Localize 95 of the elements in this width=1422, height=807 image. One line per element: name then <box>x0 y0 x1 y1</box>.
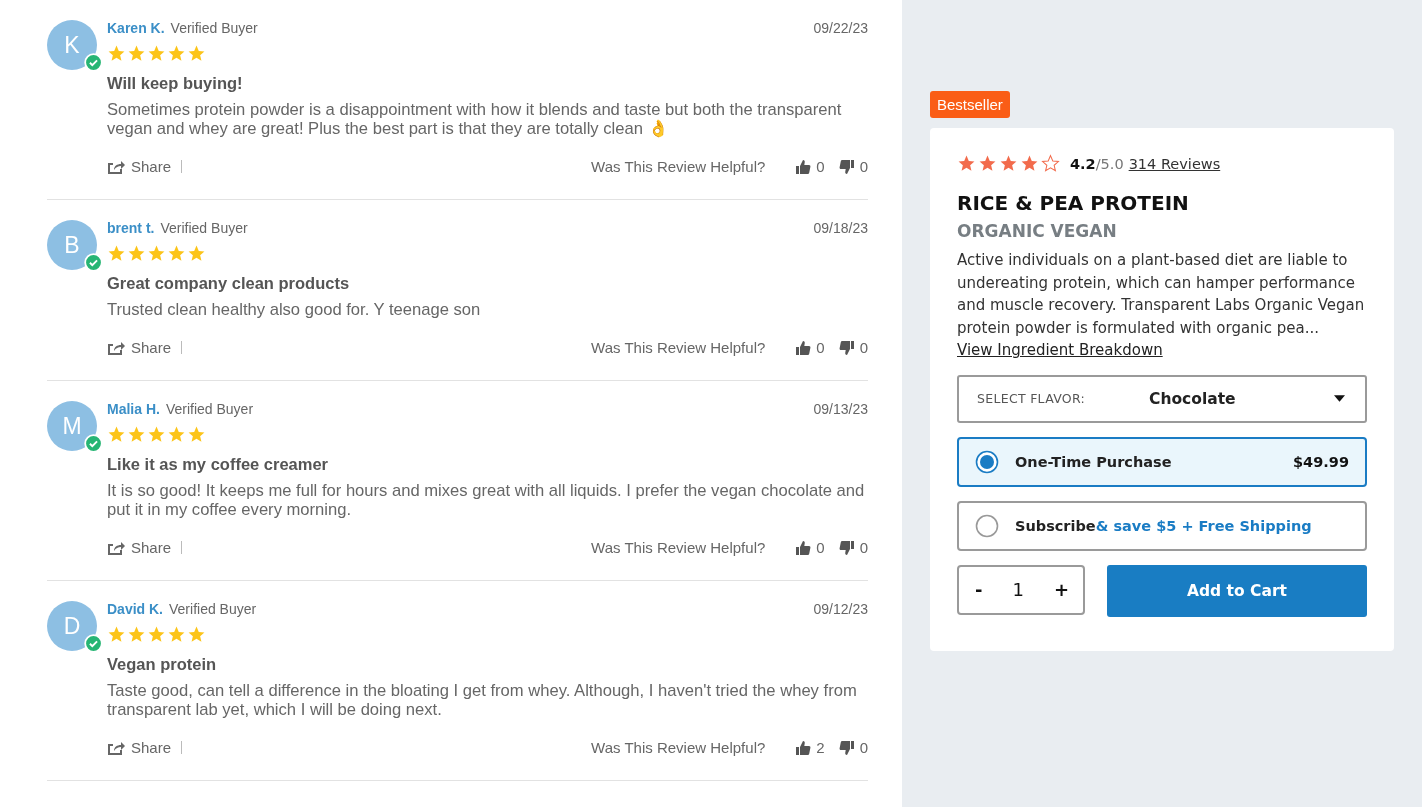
radio-icon <box>975 449 999 474</box>
star-icon <box>187 425 206 444</box>
review-title: Vegan protein <box>107 655 218 674</box>
star-icon <box>127 44 146 63</box>
star-icon <box>127 425 146 444</box>
share-icon <box>107 158 125 175</box>
add-to-cart-button[interactable]: Add to Cart <box>1107 564 1367 617</box>
star-icon <box>187 244 206 263</box>
reviewer-name: Karen K. <box>107 20 165 36</box>
thumbs-down-icon <box>838 539 855 556</box>
review-title: Great company clean products <box>107 274 351 293</box>
caret-icon <box>1334 395 1345 402</box>
star-icon <box>127 244 146 263</box>
review-date: 09/12/23 <box>813 601 868 617</box>
ingredient-breakdown-link[interactable]: View Ingredient Breakdown <box>957 341 1163 359</box>
thumbs-up-button[interactable]: 0 <box>795 158 825 175</box>
star-icon <box>167 244 186 263</box>
product-name: RICE & PEA PROTEIN <box>957 191 1190 215</box>
star-icon <box>147 44 166 63</box>
thumbs-up-button[interactable]: 0 <box>795 339 825 356</box>
decrease-button[interactable]: - <box>975 579 983 600</box>
thumbs-down-button[interactable]: 0 <box>838 158 868 175</box>
share-link[interactable]: Share <box>107 158 172 175</box>
avatar: K <box>47 20 97 70</box>
quantity-value: 1 <box>1012 579 1024 600</box>
star-icon <box>147 425 166 444</box>
verified-buyer-label: Verified Buyer <box>170 20 258 36</box>
share-icon <box>107 539 125 556</box>
review-date: 09/18/23 <box>813 220 868 236</box>
verified-buyer-label: Verified Buyer <box>169 601 257 617</box>
rating-score: 4.2/5.0 <box>1070 155 1124 172</box>
star-icon <box>957 154 976 173</box>
product-description: Active individuals on a plant-based diet are liable to undereating protein, which can hamper performance and muscle recovery. Transparent Labs Organic Vegan protein powder is formulated with organic pea... View Ingredient Breakdown <box>957 250 1366 361</box>
reviews-link[interactable]: 314 Reviews <box>1128 155 1221 172</box>
thumbs-down-button[interactable]: 0 <box>838 339 868 356</box>
star-icon <box>107 44 126 63</box>
radio-icon <box>975 513 999 538</box>
reviewer-name: brent t. <box>107 220 155 236</box>
thumbs-down-button[interactable]: 0 <box>838 739 868 756</box>
star-icon <box>1020 154 1039 173</box>
purchase-option[interactable]: One-Time Purchase $49.99 <box>957 436 1367 487</box>
thumbs-down-icon <box>838 339 855 356</box>
review-text: Trusted clean healthy also good for. Y teenage son <box>107 300 482 319</box>
product-subtitle: ORGANIC VEGAN <box>957 221 1118 241</box>
star-icon <box>147 625 166 644</box>
share-icon <box>107 739 125 756</box>
review-text: It is so good! It keeps me full for hours and mixes great with all liquids. I prefer the vegan chocolate and put it in my coffee every morning. <box>107 481 866 519</box>
helpful-question: Was This Review Helpful? <box>591 739 766 756</box>
share-link[interactable]: Share <box>107 339 172 356</box>
avatar: D <box>47 601 97 651</box>
thumbs-up-icon <box>795 739 812 756</box>
review-title: Will keep buying! <box>107 74 244 93</box>
share-link[interactable]: Share <box>107 539 172 556</box>
helpful-question: Was This Review Helpful? <box>591 158 766 175</box>
avatar: M <box>47 401 97 451</box>
reviewer-name: David K. <box>107 601 163 617</box>
thumbs-up-button[interactable]: 2 <box>795 739 825 756</box>
star-icon <box>107 425 126 444</box>
review-date: 09/13/23 <box>813 401 868 417</box>
thumbs-up-icon <box>795 339 812 356</box>
verified-buyer-label: Verified Buyer <box>165 401 254 417</box>
star-icon <box>187 44 206 63</box>
review-title: Like it as my coffee creamer <box>107 455 330 474</box>
quantity-stepper[interactable]: - 1 + <box>957 564 1085 615</box>
helpful-question: Was This Review Helpful? <box>591 339 766 356</box>
star-icon <box>167 425 186 444</box>
verified-buyer-label: Verified Buyer <box>160 220 248 236</box>
star-icon <box>1041 154 1060 173</box>
star-icon <box>127 625 146 644</box>
avatar: B <box>47 220 97 270</box>
star-icon <box>999 154 1018 173</box>
review-text: Taste good, can tell a difference in the bloating I get from whey. Although, I haven't tried the whey from transparent lab yet, which I will be doing next. <box>107 681 858 719</box>
share-link[interactable]: Share <box>107 739 172 756</box>
star-icon <box>147 244 166 263</box>
helpful-question: Was This Review Helpful? <box>591 539 766 556</box>
star-icon <box>978 154 997 173</box>
thumbs-up-icon <box>795 539 812 556</box>
flavor-select[interactable]: SELECT FLAVOR: Chocolate <box>957 374 1367 423</box>
star-icon <box>107 625 126 644</box>
reviewer-name: Malia H. <box>107 401 160 417</box>
star-icon <box>167 44 186 63</box>
thumbs-down-icon <box>838 739 855 756</box>
thumbs-up-button[interactable]: 0 <box>795 539 825 556</box>
purchase-option[interactable]: Subscribe& save $5 + Free Shipping <box>957 500 1367 551</box>
thumbs-up-icon <box>795 158 812 175</box>
review-date: 09/22/23 <box>813 20 868 36</box>
thumbs-down-icon <box>838 158 855 175</box>
star-icon <box>187 625 206 644</box>
review-text: Sometimes protein powder is a disappointment with how it blends and taste but both the transparent vegan and whey are great! Plus the best part is that they are totally clean 👌 <box>107 100 843 138</box>
share-icon <box>107 339 125 356</box>
star-icon <box>167 625 186 644</box>
increase-button[interactable]: + <box>1053 579 1069 600</box>
bestseller-tag: Bestseller <box>930 91 1010 118</box>
star-icon <box>107 244 126 263</box>
thumbs-down-button[interactable]: 0 <box>838 539 868 556</box>
